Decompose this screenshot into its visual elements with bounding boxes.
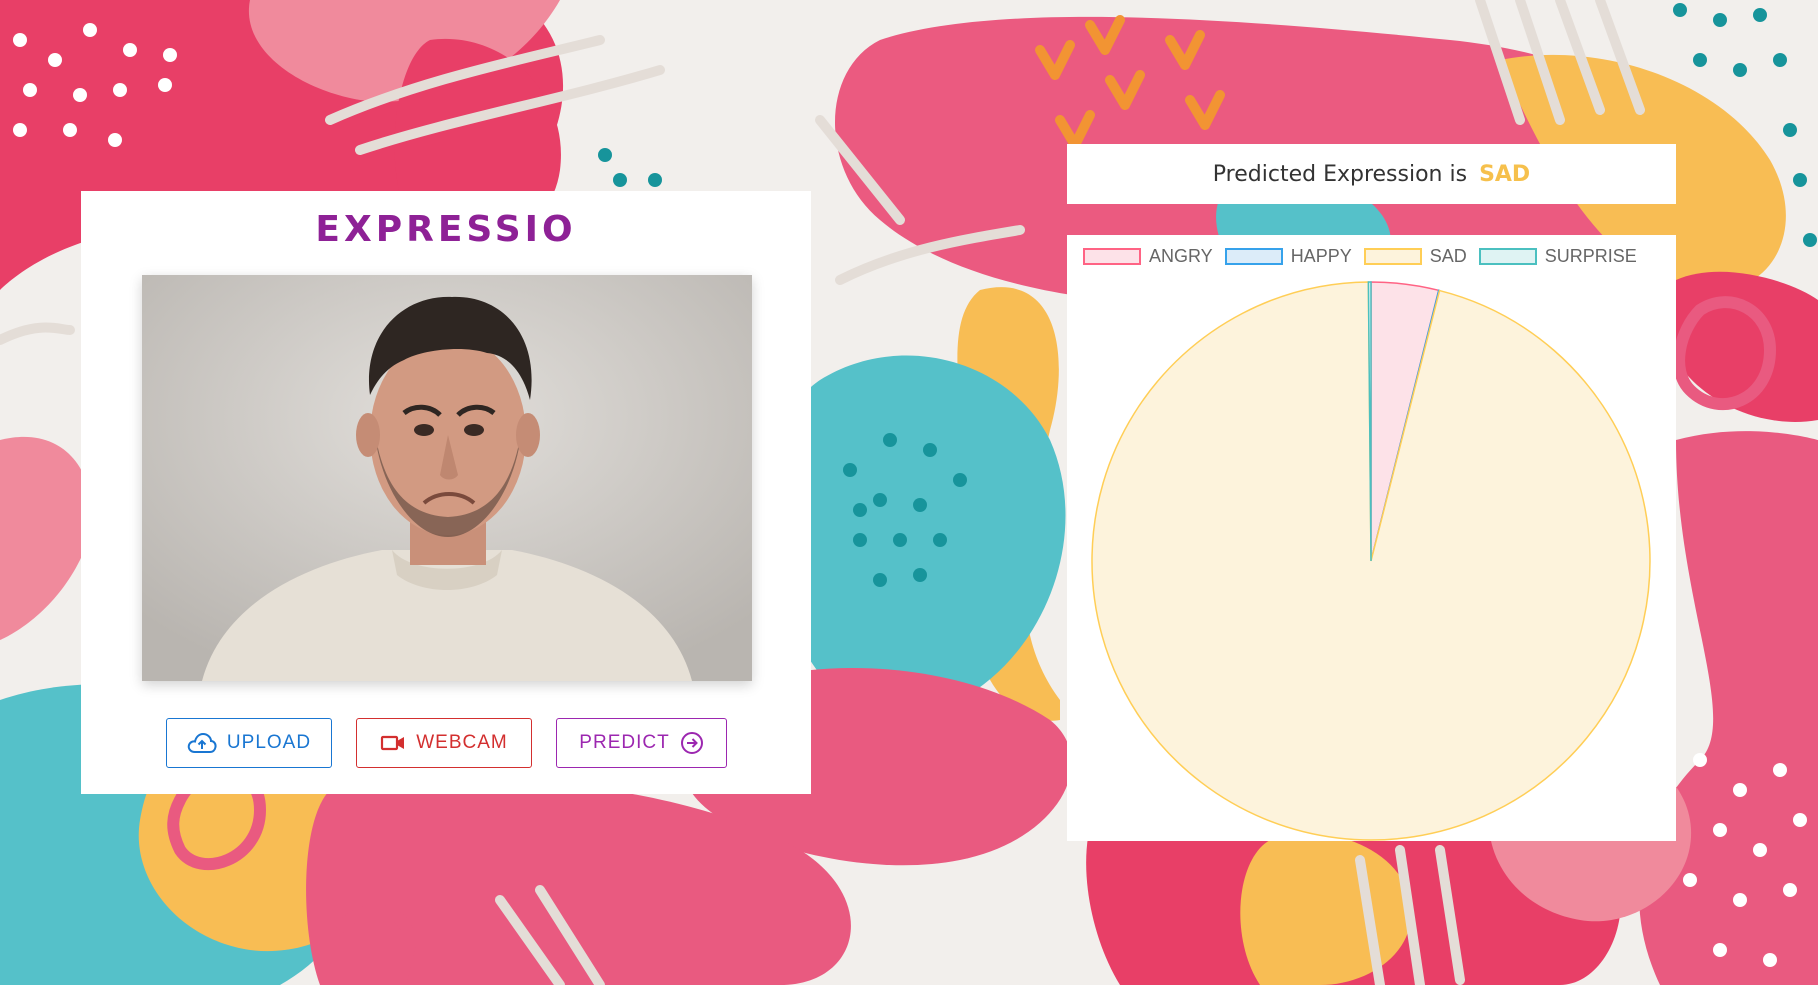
arrow-circle-right-icon: [680, 732, 703, 754]
webcam-label: WEBCAM: [416, 732, 508, 753]
face-photo: [142, 275, 752, 681]
chart-card: ANGRY HAPPY SAD SURPRISE: [1067, 235, 1676, 841]
upload-card: EXPRESSIO UPLOAD WEBCAM PREDICT: [81, 191, 811, 794]
cloud-upload-icon: [187, 732, 217, 753]
upload-button[interactable]: UPLOAD: [166, 718, 332, 768]
prediction-banner: Predicted Expression is SAD: [1067, 144, 1676, 204]
prediction-prefix: Predicted Expression is: [1212, 161, 1468, 187]
predict-button[interactable]: PREDICT: [556, 718, 727, 768]
app-title: EXPRESSIO: [315, 209, 577, 250]
videocam-icon: [381, 735, 405, 751]
prediction-value: SAD: [1479, 161, 1531, 187]
upload-label: UPLOAD: [226, 732, 312, 753]
predict-label: PREDICT: [579, 732, 670, 753]
pie-chart: [1091, 281, 1651, 841]
webcam-button[interactable]: WEBCAM: [356, 718, 532, 768]
